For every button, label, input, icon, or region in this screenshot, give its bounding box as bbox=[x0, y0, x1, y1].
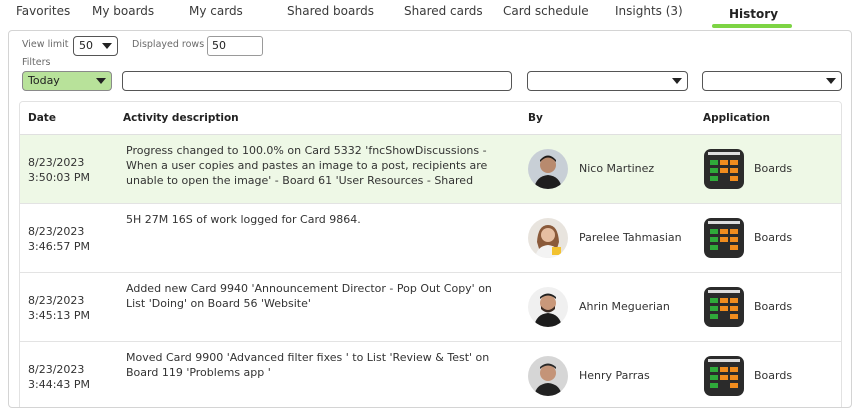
row-description: Added new Card 9940 'Announcement Direct… bbox=[126, 282, 492, 310]
row-date: 8/23/2023 3:50:03 PM bbox=[28, 155, 90, 185]
row-application: Boards bbox=[754, 231, 793, 244]
row-description: Progress changed to 100.0% on Card 5332 … bbox=[126, 144, 488, 187]
displayed-rows-input[interactable]: 50 bbox=[207, 36, 263, 56]
column-header-date[interactable]: Date bbox=[28, 112, 56, 124]
column-header-application[interactable]: Application bbox=[703, 112, 770, 124]
user-avatar bbox=[528, 218, 568, 258]
row-description: 5H 27M 16S of work logged for Card 9864. bbox=[126, 213, 361, 226]
tab-favorites[interactable]: Favorites bbox=[16, 4, 70, 18]
table-row[interactable]: 8/23/2023 3:44:43 PM Moved Card 9900 'Ad… bbox=[20, 342, 841, 407]
view-limit-select[interactable]: 50 bbox=[73, 36, 118, 56]
row-user: Ahrin Meguerian bbox=[579, 300, 670, 313]
boards-app-icon bbox=[704, 218, 744, 258]
boards-app-icon bbox=[704, 356, 744, 396]
row-user: Nico Martinez bbox=[579, 162, 655, 175]
view-limit-value: 50 bbox=[79, 39, 93, 52]
date-filter-select[interactable]: Today bbox=[22, 71, 112, 91]
row-date-time: 3:46:57 PM bbox=[28, 240, 91, 253]
tab-shared-boards[interactable]: Shared boards bbox=[287, 4, 374, 18]
row-application: Boards bbox=[754, 369, 793, 382]
row-date-time: 3:44:43 PM bbox=[28, 378, 91, 391]
active-tab-indicator bbox=[712, 24, 792, 28]
tab-bar: Favorites My boards My cards Shared boar… bbox=[0, 0, 858, 30]
row-date: 8/23/2023 3:46:57 PM bbox=[28, 224, 90, 254]
tab-shared-cards[interactable]: Shared cards bbox=[404, 4, 483, 18]
column-header-by[interactable]: By bbox=[528, 112, 543, 124]
chevron-down-icon bbox=[672, 78, 682, 84]
row-date-day: 8/23/2023 bbox=[28, 363, 85, 376]
chevron-down-icon bbox=[826, 78, 836, 84]
row-date-time: 3:45:13 PM bbox=[28, 309, 91, 322]
column-header-activity[interactable]: Activity description bbox=[123, 112, 239, 124]
row-date: 8/23/2023 3:45:13 PM bbox=[28, 293, 90, 323]
activity-search-input[interactable] bbox=[122, 71, 512, 91]
row-date: 8/23/2023 3:44:43 PM bbox=[28, 362, 90, 392]
filters-label: Filters bbox=[22, 57, 51, 68]
date-filter-value: Today bbox=[28, 74, 60, 87]
table-row[interactable]: 8/23/2023 3:50:03 PM Progress changed to… bbox=[20, 135, 841, 204]
tab-my-cards[interactable]: My cards bbox=[189, 4, 243, 18]
row-user: Parelee Tahmasian bbox=[579, 231, 682, 244]
boards-app-icon bbox=[704, 287, 744, 327]
row-date-day: 8/23/2023 bbox=[28, 156, 85, 169]
user-avatar bbox=[528, 287, 568, 327]
view-limit-label: View limit bbox=[22, 39, 69, 50]
chevron-down-icon bbox=[102, 43, 112, 49]
tab-card-schedule[interactable]: Card schedule bbox=[503, 4, 589, 18]
history-table: Date Activity description By Application… bbox=[19, 101, 842, 407]
row-user: Henry Parras bbox=[579, 369, 650, 382]
row-date-time: 3:50:03 PM bbox=[28, 171, 91, 184]
user-avatar bbox=[528, 149, 568, 189]
tab-history[interactable]: History bbox=[729, 7, 778, 21]
user-avatar bbox=[528, 356, 568, 396]
table-row[interactable]: 8/23/2023 3:46:57 PM 5H 27M 16S of work … bbox=[20, 204, 841, 273]
displayed-rows-value: 50 bbox=[212, 39, 226, 52]
application-filter-select[interactable] bbox=[702, 71, 842, 91]
row-application: Boards bbox=[754, 300, 793, 313]
table-row[interactable]: 8/23/2023 3:45:13 PM Added new Card 9940… bbox=[20, 273, 841, 342]
row-date-day: 8/23/2023 bbox=[28, 225, 85, 238]
boards-app-icon bbox=[704, 149, 744, 189]
row-date-day: 8/23/2023 bbox=[28, 294, 85, 307]
row-description: Moved Card 9900 'Advanced filter fixes '… bbox=[126, 351, 490, 379]
chevron-down-icon bbox=[96, 78, 106, 84]
row-application: Boards bbox=[754, 162, 793, 175]
user-filter-select[interactable] bbox=[527, 71, 688, 91]
table-header: Date Activity description By Application bbox=[20, 102, 841, 135]
tab-my-boards[interactable]: My boards bbox=[92, 4, 154, 18]
displayed-rows-label: Displayed rows bbox=[132, 39, 205, 50]
history-panel: View limit 50 Displayed rows 50 Filters … bbox=[8, 30, 852, 408]
tab-insights[interactable]: Insights (3) bbox=[615, 4, 683, 18]
